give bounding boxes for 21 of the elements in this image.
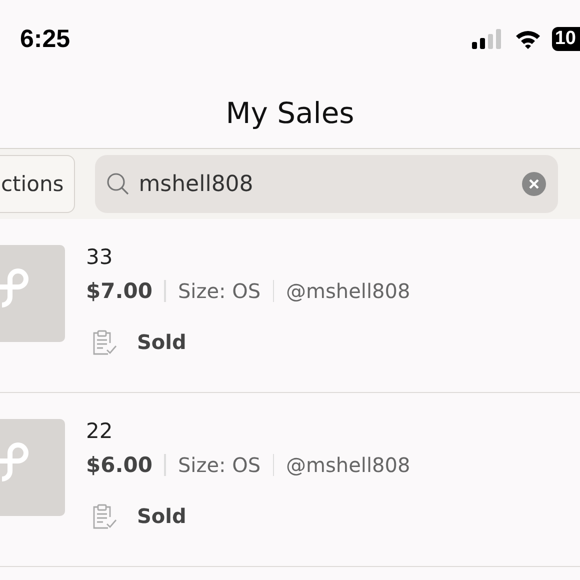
clear-icon[interactable]: [522, 172, 546, 196]
item-title[interactable]: 33: [86, 245, 410, 269]
search-field[interactable]: mshell808: [94, 155, 558, 213]
wifi-icon: [514, 29, 542, 49]
clipboard-check-icon: [91, 329, 117, 355]
status-time: 6:25: [20, 24, 70, 54]
buyer-username: @mshell808: [286, 279, 410, 303]
item-price: $6.00: [86, 453, 152, 477]
item-size: Size: OS: [178, 279, 261, 303]
buyer-username: @mshell808: [286, 453, 410, 477]
sale-status: Sold: [137, 330, 186, 354]
filter-button[interactable]: ctions: [0, 155, 75, 213]
item-price: $7.00: [86, 279, 152, 303]
battery-level: 10: [552, 27, 580, 51]
clipboard-check-icon: [91, 503, 117, 529]
page-title: My Sales: [226, 96, 354, 130]
item-size: Size: OS: [178, 453, 261, 477]
signal-icon: [472, 29, 504, 49]
search-icon: [106, 172, 130, 196]
item-title[interactable]: 22: [86, 419, 410, 443]
sale-status: Sold: [137, 504, 186, 528]
